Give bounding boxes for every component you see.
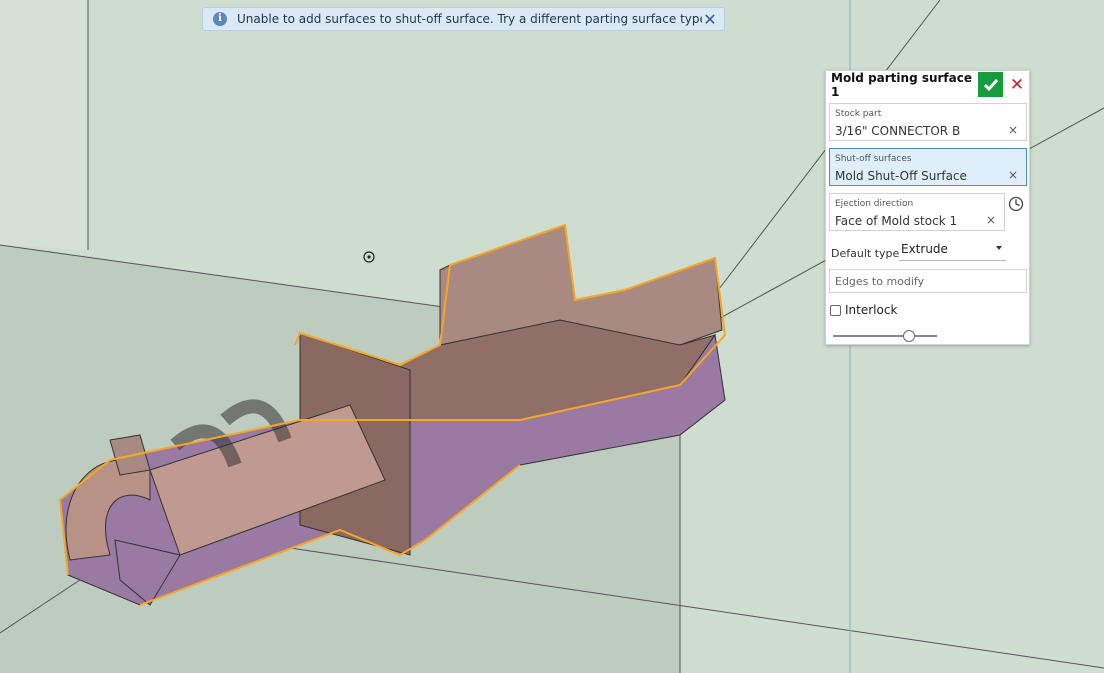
close-notification-icon[interactable]: ✕ [702,10,718,29]
slider-track[interactable] [833,335,937,337]
flip-direction-icon[interactable] [1008,196,1024,212]
ejection-direction-value: Face of Mold stock 1 [835,214,958,228]
shutoff-surfaces-value: Mold Shut-Off Surface [835,169,967,183]
default-type-dropdown[interactable]: Extrude [899,240,1006,261]
error-notification: i Unable to add surfaces to shut-off sur… [202,7,725,31]
shutoff-surfaces-label: Shut-off surfaces [835,154,912,164]
slider-thumb[interactable] [902,330,915,342]
stock-part-label: Stock part [835,109,882,119]
stock-part-field[interactable]: Stock part 3/16" CONNECTOR B × [829,103,1027,141]
ejection-direction-field[interactable]: Ejection direction Face of Mold stock 1 … [829,193,1005,231]
accept-button[interactable] [978,72,1003,97]
chevron-down-icon [996,246,1002,250]
interlock-label: Interlock [845,303,898,317]
clear-ejection-icon[interactable]: × [986,213,996,227]
interlock-checkbox[interactable] [830,304,841,316]
stock-part-value: 3/16" CONNECTOR B [835,124,961,138]
cancel-button[interactable]: ✕ [1007,72,1027,97]
clear-shutoff-icon[interactable]: × [1008,168,1018,182]
default-type-label: Default type [831,247,900,260]
info-icon: i [213,12,227,26]
interlock-toggle[interactable]: Interlock [830,303,897,317]
default-type-value: Extrude [901,242,948,256]
dialog-header: Mold parting surface 1 ✕ [826,70,1029,99]
edges-to-modify-field[interactable]: Edges to modify [829,269,1027,293]
shutoff-surfaces-field[interactable]: Shut-off surfaces Mold Shut-Off Surface … [829,148,1027,186]
notification-message: Unable to add surfaces to shut-off surfa… [237,12,702,26]
checkmark-icon [983,78,998,91]
dialog-title: Mold parting surface 1 [831,70,973,99]
edges-to-modify-placeholder: Edges to modify [835,275,925,288]
clear-stock-part-icon[interactable]: × [1008,123,1018,137]
ejection-direction-label: Ejection direction [835,199,914,209]
feature-dialog: Mold parting surface 1 ✕ Stock part 3/16… [825,70,1030,345]
